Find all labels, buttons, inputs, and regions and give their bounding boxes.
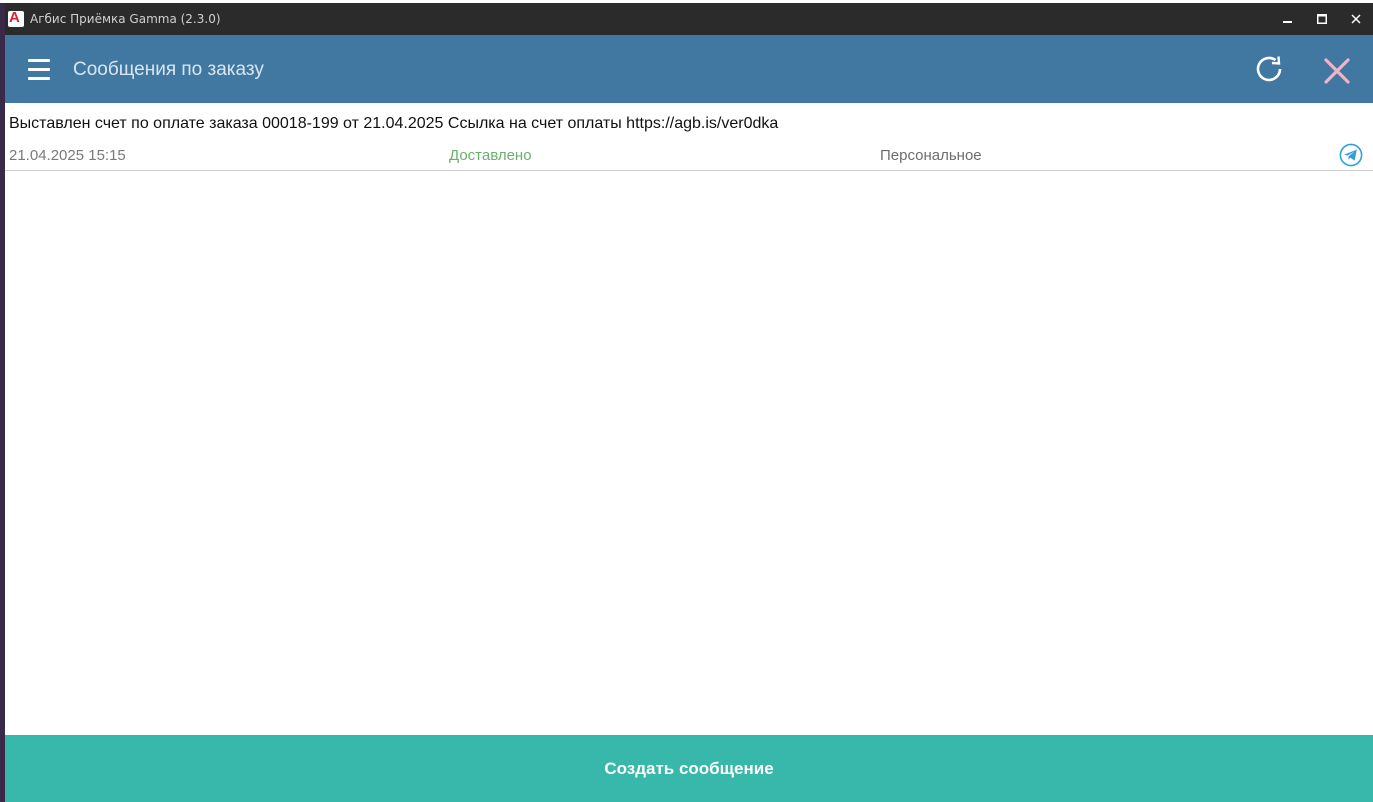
telegram-icon	[1339, 143, 1363, 167]
minimize-button[interactable]	[1271, 3, 1305, 35]
app-logo-icon: A	[8, 9, 24, 27]
list-item[interactable]: Выставлен счет по оплате заказа 00018-19…	[5, 103, 1373, 171]
create-message-button[interactable]: Создать сообщение	[5, 735, 1373, 802]
message-list: Выставлен счет по оплате заказа 00018-19…	[5, 103, 1373, 735]
window-titlebar[interactable]: A Агбис Приёмка Gamma (2.3.0)	[5, 3, 1373, 35]
window-title: Агбис Приёмка Gamma (2.3.0)	[30, 12, 221, 26]
window-close-icon	[1351, 14, 1361, 24]
hamburger-menu-icon[interactable]	[28, 59, 50, 81]
page-title: Сообщения по заказу	[73, 59, 264, 80]
maximize-button[interactable]	[1305, 3, 1339, 35]
message-datetime: 21.04.2025 15:15	[9, 147, 126, 164]
message-type: Персональное	[880, 147, 982, 164]
window-close-button[interactable]	[1339, 3, 1373, 35]
minimize-icon	[1283, 21, 1292, 23]
message-text: Выставлен счет по оплате заказа 00018-19…	[9, 115, 779, 132]
window-controls	[1271, 3, 1373, 35]
maximize-icon	[1317, 14, 1327, 24]
app-window: A Агбис Приёмка Gamma (2.3.0) Сообщения …	[0, 3, 1373, 802]
refresh-icon[interactable]	[1253, 53, 1285, 85]
app-header: Сообщения по заказу	[5, 35, 1373, 103]
close-icon[interactable]	[1323, 57, 1351, 85]
message-status: Доставлено	[449, 147, 532, 164]
